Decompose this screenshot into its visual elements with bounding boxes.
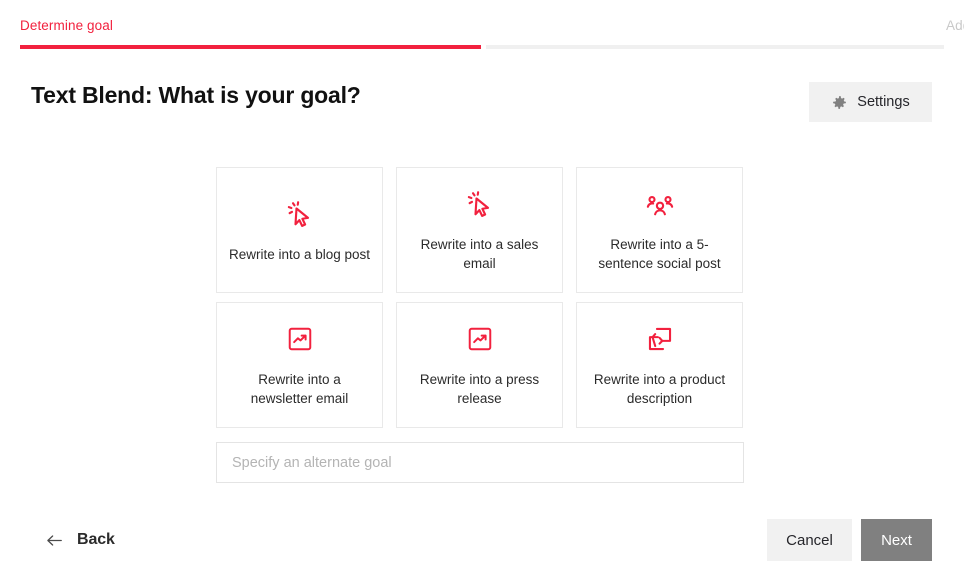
goal-card-newsletter-email[interactable]: Rewrite into a newsletter email [216, 302, 383, 428]
settings-button-label: Settings [857, 94, 910, 110]
step-progress-bar [486, 45, 944, 49]
alternate-goal-input[interactable] [216, 442, 744, 483]
goal-card-label: Rewrite into a newsletter email [250, 372, 349, 406]
goal-card-blog-post[interactable]: Rewrite into a blog post [216, 167, 383, 293]
cursor-click-icon [285, 197, 315, 231]
goal-card-label: Rewrite into a sales email [420, 237, 539, 271]
goal-card-label: Rewrite into a blog post [228, 246, 371, 262]
settings-button[interactable]: Settings [809, 82, 932, 122]
arrow-left-icon [45, 533, 64, 548]
page-title: Text Blend: What is your goal? [31, 82, 361, 108]
trending-up-square-icon [286, 322, 314, 356]
repeat-exchange-icon [646, 322, 674, 356]
goal-card-press-release[interactable]: Rewrite into a press release [396, 302, 563, 428]
goal-card-label: Rewrite into a press release [419, 372, 540, 406]
back-button[interactable]: Back [45, 524, 115, 556]
goal-card-label: Rewrite into a product description [593, 372, 726, 406]
step-label: Determine goal [20, 18, 113, 33]
wizard-stepper: Determine goal Add content [20, 18, 964, 49]
goal-card-grid: Rewrite into a blog post Rewrite into a … [216, 167, 744, 428]
cursor-click-icon [465, 187, 495, 221]
step-determine-goal[interactable]: Determine goal [20, 18, 481, 49]
goal-card-label: Rewrite into a 5-sentence social post [598, 237, 721, 271]
goal-card-product-description[interactable]: Rewrite into a product description [576, 302, 743, 428]
step-add-content[interactable]: Add content [481, 18, 964, 49]
goal-card-social-post[interactable]: Rewrite into a 5-sentence social post [576, 167, 743, 293]
gear-icon [831, 94, 848, 111]
goal-card-sales-email[interactable]: Rewrite into a sales email [396, 167, 563, 293]
next-button[interactable]: Next [861, 519, 932, 561]
step-progress-bar [20, 45, 481, 49]
trending-up-square-icon [466, 322, 494, 356]
back-button-label: Back [77, 531, 115, 548]
users-group-icon [645, 187, 675, 221]
step-label: Add content [946, 18, 964, 33]
cancel-button[interactable]: Cancel [767, 519, 852, 561]
